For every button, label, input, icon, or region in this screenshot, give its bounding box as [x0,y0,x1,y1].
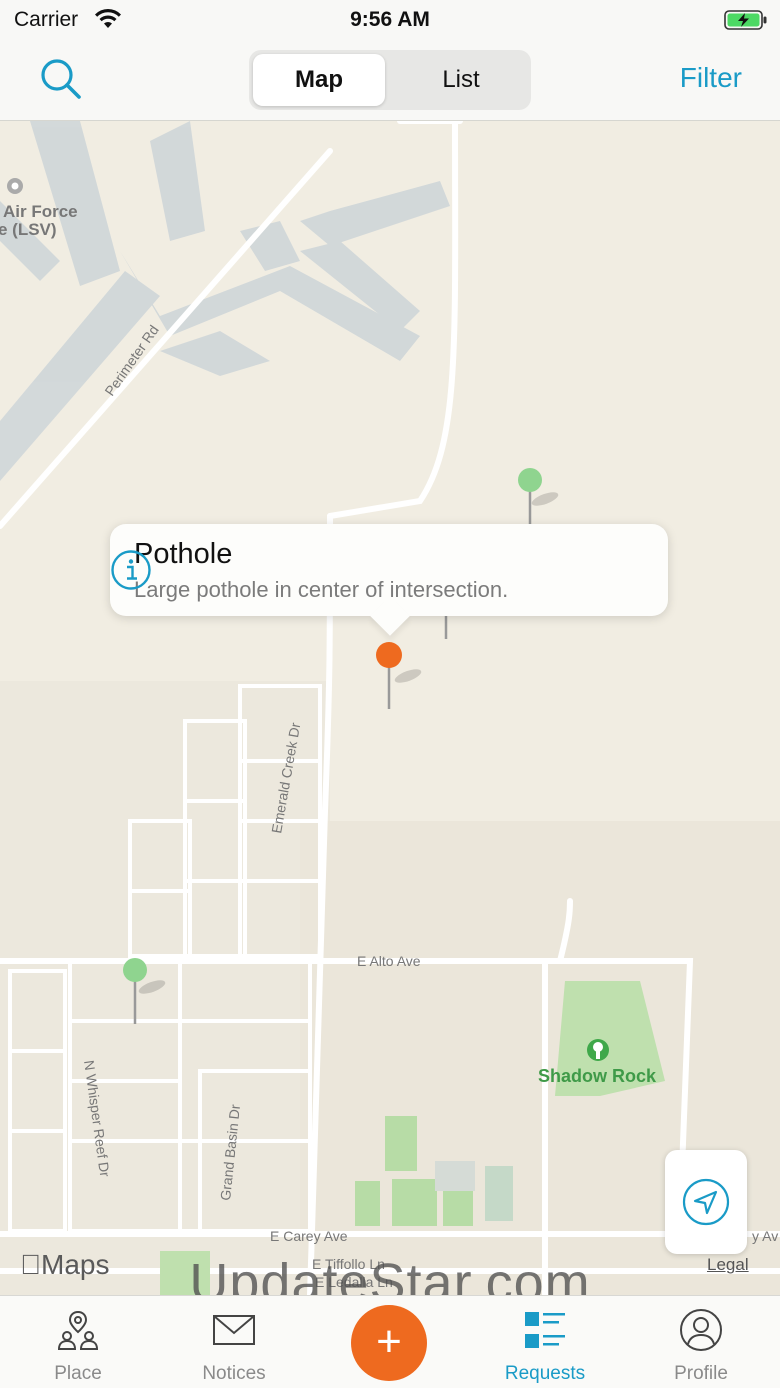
map-view[interactable]: Air Force e (LSV) Perimeter Rd Emerald C… [0,121,780,1295]
navigation-bar: Map List Filter [0,40,780,121]
map-list-segmented-control: Map List [249,50,531,110]
map-label-edge-ave: y Av [752,1228,778,1244]
callout-description: Large pothole in center of intersection. [134,577,509,602]
tab-notices[interactable]: Notices [156,1296,312,1388]
current-location-button[interactable] [665,1150,747,1254]
map-label-airforce-1: Air Force [3,202,78,221]
map-label-alto: E Alto Ave [357,953,421,969]
segment-list[interactable]: List [395,54,527,106]
location-arrow-icon [682,1178,730,1226]
profile-icon [680,1309,722,1351]
map-label-shadow-rock: Shadow Rock [538,1066,657,1086]
status-bar: Carrier 9:56 AM [0,0,780,40]
requests-list-icon [525,1312,565,1348]
place-icon [57,1310,99,1350]
add-request-button[interactable]: + [351,1305,427,1381]
battery-charging-icon [724,10,767,30]
map-pin-selected-pothole[interactable] [376,642,423,709]
map-pin-green-top[interactable] [518,468,560,525]
tab-requests[interactable]: Requests [467,1296,623,1388]
tab-requests-label: Requests [504,1363,586,1384]
info-icon[interactable] [110,549,152,591]
tab-profile[interactable]: Profile [623,1296,779,1388]
envelope-icon [213,1315,255,1345]
map-label-airforce-2: e (LSV) [0,220,57,239]
map-label-carey: E Carey Ave [270,1228,348,1244]
clock: 9:56 AM [350,8,430,31]
search-icon[interactable] [38,56,84,102]
tab-notices-label: Notices [202,1363,266,1384]
segment-map[interactable]: Map [253,54,385,106]
tab-place-label: Place [54,1363,102,1384]
map-canvas: Air Force e (LSV) Perimeter Rd Emerald C… [0,121,780,1295]
pin-callout[interactable]: Pothole Large pothole in center of inter… [110,524,668,616]
filter-button[interactable]: Filter [680,62,742,94]
tab-bar: Place Notices + Requests Profile [0,1295,780,1388]
tab-profile-label: Profile [674,1363,728,1384]
tab-place[interactable]: Place [0,1296,156,1388]
